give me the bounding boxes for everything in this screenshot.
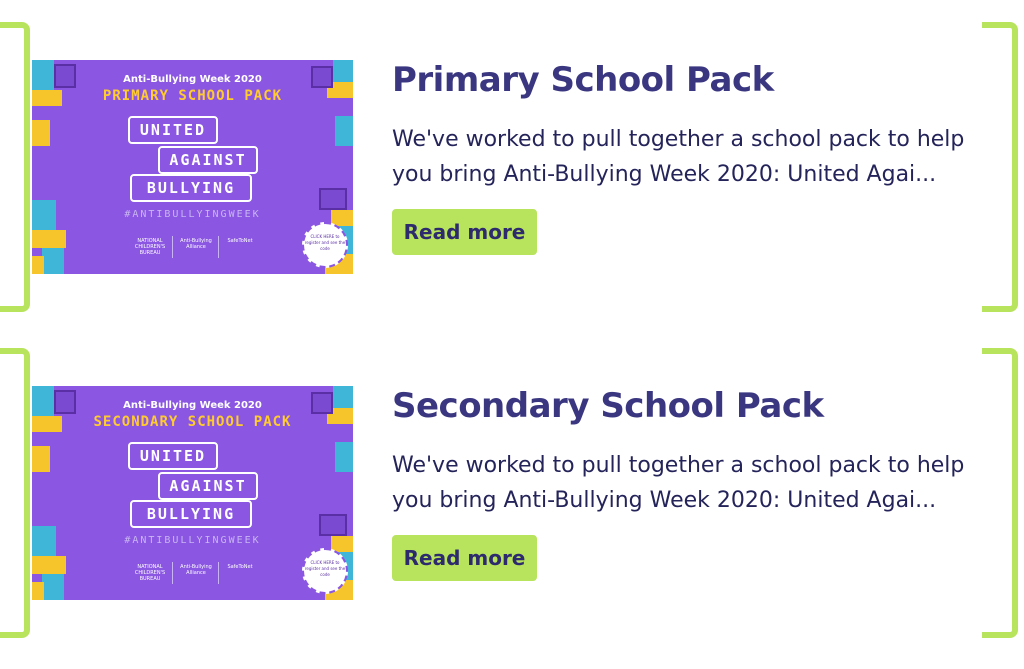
ncb-logo: NATIONAL CHILDREN'S BUREAU xyxy=(134,238,166,256)
poster-stamp: CLICK HERE to register and see the code xyxy=(302,548,348,594)
logo-divider xyxy=(218,236,219,258)
puzzle-piece xyxy=(32,256,44,274)
logo-divider xyxy=(218,562,219,584)
puzzle-piece xyxy=(335,116,353,146)
poster-pre-title: Anti-Bullying Week 2020 xyxy=(123,74,262,85)
poster-stamp: CLICK HERE to register and see the code xyxy=(302,222,348,268)
safetonet-logo: SafeToNet xyxy=(227,564,253,570)
puzzle-piece xyxy=(32,230,66,248)
poster-word-united: UNITED xyxy=(128,442,218,470)
aba-logo: Anti-Bullying Alliance xyxy=(180,564,212,576)
logo-divider xyxy=(172,562,173,584)
puzzle-piece xyxy=(42,248,64,274)
poster-word-united: UNITED xyxy=(128,116,218,144)
aba-logo: Anti-Bullying Alliance xyxy=(180,238,212,250)
pack-title[interactable]: Primary School Pack xyxy=(392,60,774,100)
puzzle-piece xyxy=(319,188,347,210)
poster-word-against: AGAINST xyxy=(158,472,258,500)
left-bracket-decoration xyxy=(0,22,30,312)
read-more-button[interactable]: Read more xyxy=(392,535,537,581)
poster-hashtag: #ANTIBULLYINGWEEK xyxy=(124,535,261,546)
pack-card-primary: Anti-Bullying Week 2020 PRIMARY SCHOOL P… xyxy=(0,22,1024,312)
puzzle-piece xyxy=(32,446,50,472)
pack-description: We've worked to pull together a school p… xyxy=(392,127,965,187)
poster-word-against: AGAINST xyxy=(158,146,258,174)
left-bracket-decoration xyxy=(0,348,30,638)
pack-title[interactable]: Secondary School Pack xyxy=(392,386,824,426)
puzzle-piece xyxy=(319,514,347,536)
puzzle-piece xyxy=(42,574,64,600)
puzzle-piece xyxy=(32,556,66,574)
poster-pack-title: PRIMARY SCHOOL PACK xyxy=(102,88,283,104)
safetonet-logo: SafeToNet xyxy=(227,238,253,244)
puzzle-piece xyxy=(32,582,44,600)
poster-pre-title: Anti-Bullying Week 2020 xyxy=(123,400,262,411)
poster-hashtag: #ANTIBULLYINGWEEK xyxy=(124,209,261,220)
pack-description: We've worked to pull together a school p… xyxy=(392,453,965,513)
pack-card-secondary: Anti-Bullying Week 2020 SECONDARY SCHOOL… xyxy=(0,348,1024,638)
poster-word-bullying: BULLYING xyxy=(130,500,252,528)
poster-word-bullying: BULLYING xyxy=(130,174,252,202)
pack-poster-image[interactable]: Anti-Bullying Week 2020 PRIMARY SCHOOL P… xyxy=(32,60,353,274)
puzzle-piece xyxy=(335,442,353,472)
pack-poster-image[interactable]: Anti-Bullying Week 2020 SECONDARY SCHOOL… xyxy=(32,386,353,600)
logo-divider xyxy=(172,236,173,258)
puzzle-piece xyxy=(32,120,50,146)
poster-pack-title: SECONDARY SCHOOL PACK xyxy=(93,414,292,430)
read-more-button[interactable]: Read more xyxy=(392,209,537,255)
ncb-logo: NATIONAL CHILDREN'S BUREAU xyxy=(134,564,166,582)
